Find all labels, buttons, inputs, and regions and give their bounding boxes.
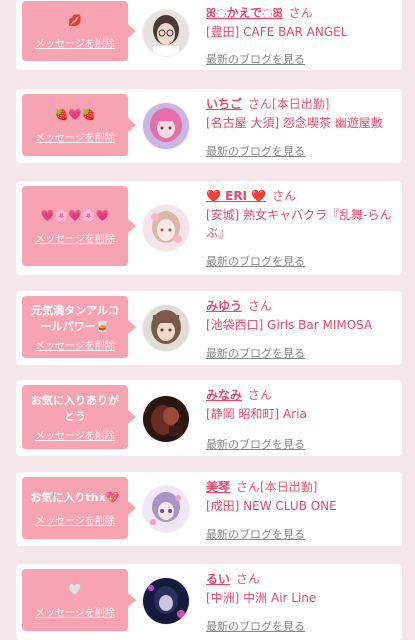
shop-name: [豊田] CAFE BAR ANGEL bbox=[206, 25, 348, 39]
profile-name-link[interactable]: 美琴 bbox=[206, 480, 230, 494]
profile-info: みゆう さん [池袋西口] Girls Bar MIMOSA bbox=[206, 297, 394, 334]
profile-info: ❤️ ERI ❤️ さん [安城] 熟女キャバクラ『乱舞-らんぶ』 bbox=[206, 187, 394, 242]
latest-blog-link[interactable]: 最新のブログを見る bbox=[206, 345, 305, 361]
status-tag: [本日出勤] bbox=[272, 97, 330, 111]
honorific: さん bbox=[248, 97, 273, 111]
profile-name-link[interactable]: いちご bbox=[206, 97, 242, 111]
latest-blog-link[interactable]: 最新のブログを見る bbox=[206, 436, 305, 452]
delete-message-link[interactable]: メッセージを削除 bbox=[35, 337, 115, 352]
avatar[interactable] bbox=[143, 10, 189, 56]
delete-message-link[interactable]: メッセージを削除 bbox=[35, 35, 115, 50]
message-bubble: 💋 メッセージを削除 bbox=[22, 1, 136, 61]
message-bubble: 元気満タンアルコールパワー🥃 メッセージを削除 bbox=[22, 296, 136, 358]
profile-info: いちご さん[本日出勤] [名古屋 大須] 怨念喫茶 幽遊屋敷 bbox=[206, 95, 394, 132]
honorific: さん bbox=[248, 388, 273, 402]
message-bubble: 🍓💗🍓 メッセージを削除 bbox=[22, 94, 136, 156]
honorific: さん bbox=[236, 572, 261, 586]
message-bubble: お気に入りthx💖 メッセージを削除 bbox=[22, 477, 136, 539]
avatar[interactable] bbox=[143, 396, 189, 442]
delete-message-link[interactable]: メッセージを削除 bbox=[35, 512, 115, 527]
latest-blog-link[interactable]: 最新のブログを見る bbox=[206, 618, 305, 634]
latest-blog-link[interactable]: 最新のブログを見る bbox=[206, 143, 305, 159]
profile-name-link[interactable]: るい bbox=[206, 572, 230, 586]
honorific: さん bbox=[248, 299, 273, 313]
message-text: 🍓💗🍓 bbox=[54, 107, 96, 121]
message-bubble: お気に入りありがとう メッセージを削除 bbox=[22, 385, 136, 449]
latest-blog-link[interactable]: 最新のブログを見る bbox=[206, 253, 305, 269]
delete-message-link[interactable]: メッセージを削除 bbox=[35, 427, 115, 442]
honorific: さん bbox=[272, 189, 297, 203]
delete-message-link[interactable]: メッセージを削除 bbox=[35, 604, 115, 619]
message-card: 🍓💗🍓 メッセージを削除 いちご さん[本日出勤] [名古屋 大須] 怨念喫茶 幽… bbox=[16, 89, 402, 163]
delete-message-link[interactable]: メッセージを削除 bbox=[35, 230, 115, 245]
avatar[interactable] bbox=[143, 205, 189, 251]
latest-blog-link[interactable]: 最新のブログを見る bbox=[206, 526, 305, 542]
shop-name: [池袋西口] Girls Bar MIMOSA bbox=[206, 318, 373, 332]
message-text: 元気満タンアルコールパワー🥃 bbox=[31, 303, 119, 333]
honorific: さん bbox=[236, 480, 261, 494]
profile-info: 美琴 さん[本日出勤] [成田] NEW CLUB ONE bbox=[206, 478, 394, 515]
message-card: 💗🌸💗🌸💗 メッセージを削除 ❤️ ERI ❤️ さん [安城] 熟女キャバクラ『… bbox=[16, 181, 402, 275]
message-text: 🤍 bbox=[68, 582, 82, 596]
shop-name: [名古屋 大須] 怨念喫茶 幽遊屋敷 bbox=[206, 116, 383, 130]
honorific: さん bbox=[288, 6, 313, 20]
message-text: お気に入りthx💖 bbox=[30, 490, 120, 504]
message-text: 💋 bbox=[68, 13, 82, 27]
latest-blog-link[interactable]: 最新のブログを見る bbox=[206, 51, 305, 67]
message-bubble: 💗🌸💗🌸💗 メッセージを削除 bbox=[22, 186, 136, 266]
delete-message-link[interactable]: メッセージを削除 bbox=[35, 129, 115, 144]
message-card: 元気満タンアルコールパワー🥃 メッセージを削除 みゆう さん [池袋西口] Gir… bbox=[16, 291, 402, 365]
message-text: 💗🌸💗🌸💗 bbox=[40, 208, 110, 222]
avatar[interactable] bbox=[143, 103, 189, 149]
profile-name-link[interactable]: ꕤ◌かえで◌ꕤ bbox=[206, 6, 283, 20]
profile-info: ꕤ◌かえで◌ꕤ さん [豊田] CAFE BAR ANGEL bbox=[206, 4, 394, 41]
avatar[interactable] bbox=[143, 578, 189, 624]
message-text: お気に入りありがとう bbox=[31, 393, 119, 423]
shop-name: [中洲] 中洲 Air Line bbox=[206, 591, 317, 605]
message-card: 💋 メッセージを削除 ꕤ◌かえで◌ꕤ さん [豊田] CAFE BAR ANGEL… bbox=[16, 0, 402, 70]
shop-name: [安城] 熟女キャバクラ『乱舞-らんぶ』 bbox=[206, 208, 392, 240]
shop-name: [成田] NEW CLUB ONE bbox=[206, 499, 337, 513]
avatar[interactable] bbox=[143, 305, 189, 351]
status-tag: [本日出勤] bbox=[260, 480, 318, 494]
profile-info: みなみ さん [静岡 昭和町] Aria bbox=[206, 386, 394, 423]
avatar[interactable] bbox=[143, 486, 189, 532]
message-bubble: 🤍 メッセージを削除 bbox=[22, 569, 136, 631]
message-card: お気に入りthx💖 メッセージを削除 美琴 さん[本日出勤] [成田] NEW C… bbox=[16, 472, 402, 546]
message-card: 🤍 メッセージを削除 るい さん [中洲] 中洲 Air Line 最新のブログを… bbox=[16, 564, 402, 640]
profile-info: るい さん [中洲] 中洲 Air Line bbox=[206, 570, 394, 607]
shop-name: [静岡 昭和町] Aria bbox=[206, 407, 307, 421]
message-card: お気に入りありがとう メッセージを削除 みなみ さん [静岡 昭和町] Aria … bbox=[16, 380, 402, 456]
profile-name-link[interactable]: みゆう bbox=[206, 299, 242, 313]
profile-name-link[interactable]: みなみ bbox=[206, 388, 242, 402]
profile-name-link[interactable]: ❤️ ERI ❤️ bbox=[206, 189, 266, 203]
